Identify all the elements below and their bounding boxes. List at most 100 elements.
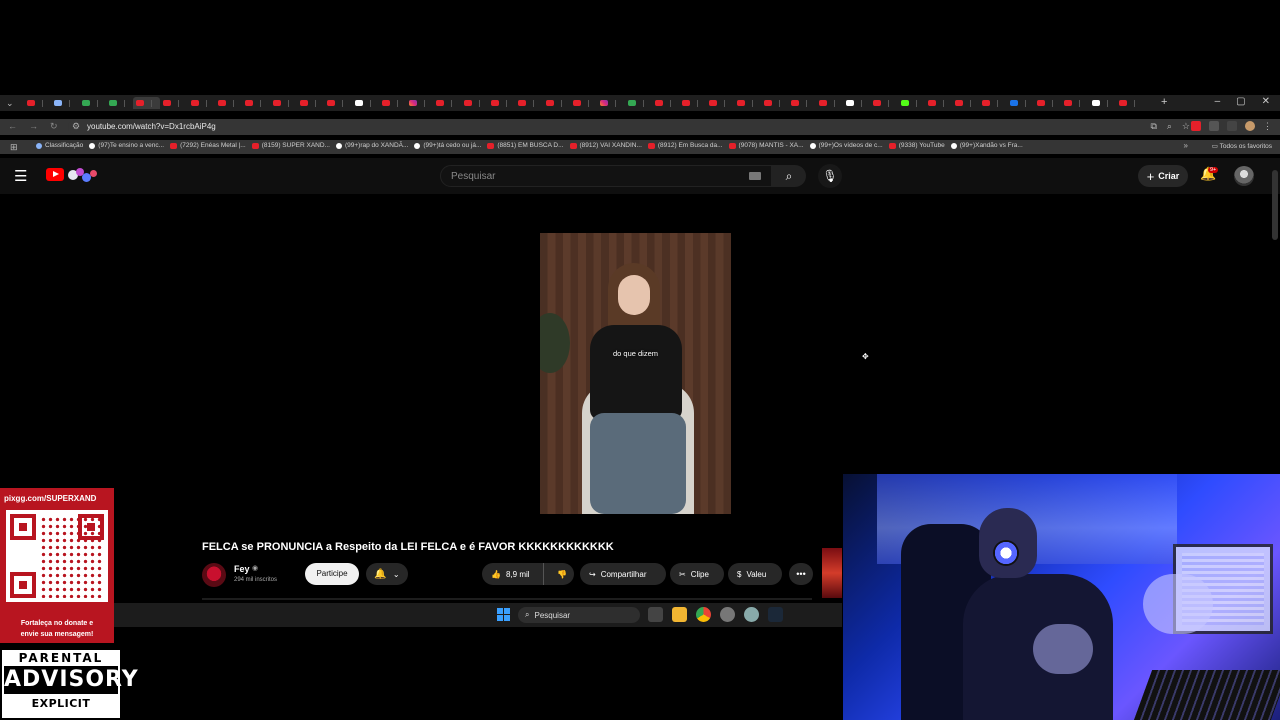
youtube-doodle-logo[interactable] (66, 168, 100, 184)
bookmark-item[interactable]: (99+)tá cedo ou já... (414, 142, 481, 149)
browser-tab[interactable] (1116, 97, 1143, 109)
minimize-button[interactable]: – (1215, 96, 1221, 107)
voice-search-button[interactable]: 🎙 (818, 164, 842, 188)
browser-tab[interactable] (625, 97, 652, 109)
install-icon[interactable]: ⧉ (1150, 121, 1156, 132)
bookmark-item[interactable]: (99+)Xandão vs Fra... (950, 142, 1023, 149)
browser-tab[interactable] (24, 97, 51, 109)
bookmark-item[interactable]: (99+)rap do XANDÃ... (335, 142, 408, 149)
browser-tab[interactable] (1089, 97, 1116, 109)
browser-tab[interactable] (761, 97, 788, 109)
menu-kebab-icon[interactable]: ⋮ (1263, 121, 1272, 132)
browser-tab[interactable] (515, 97, 542, 109)
windows-start-icon[interactable] (497, 608, 510, 621)
bookmark-item[interactable]: Classificação (36, 142, 83, 149)
back-icon[interactable]: ← (8, 121, 17, 132)
settings-icon[interactable] (744, 607, 759, 622)
search-input[interactable]: Pesquisar (440, 165, 772, 187)
browser-tab[interactable] (461, 97, 488, 109)
browser-tab[interactable] (898, 97, 925, 109)
browser-tab[interactable] (543, 97, 570, 109)
browser-tab[interactable] (1034, 97, 1061, 109)
browser-tab[interactable] (133, 97, 161, 109)
browser-tab[interactable] (160, 97, 187, 109)
bookmark-item[interactable]: (9338) YouTube (888, 142, 945, 149)
more-actions-button[interactable]: ••• (789, 563, 813, 585)
bookmark-item[interactable]: (8912) VAI XANDIN... (569, 142, 642, 149)
browser-tab[interactable] (788, 97, 815, 109)
browser-tab[interactable] (1007, 97, 1034, 109)
browser-tab[interactable] (488, 97, 515, 109)
related-video-thumbnail[interactable] (822, 548, 842, 598)
browser-tab[interactable] (51, 97, 78, 109)
bookmark-item[interactable]: (8912) Em Busca da... (647, 142, 723, 149)
browser-tab[interactable] (706, 97, 733, 109)
page-scrollbar[interactable] (1272, 170, 1278, 240)
close-window-button[interactable]: ✕ (1262, 96, 1270, 107)
bookmark-item[interactable]: (99+)Os vídeos de c... (809, 142, 883, 149)
hamburger-menu-icon[interactable]: ☰ (14, 167, 27, 185)
browser-tab[interactable] (270, 97, 297, 109)
reading-list-icon[interactable] (1227, 121, 1237, 131)
bookmark-star-icon[interactable]: ☆ (1182, 121, 1190, 132)
video-player[interactable]: do que dizem (540, 233, 731, 514)
new-tab-button[interactable]: + (1161, 96, 1167, 108)
bookmark-item[interactable]: (97)Te ensino a venc... (89, 142, 164, 149)
channel-avatar[interactable] (202, 563, 226, 587)
browser-tab[interactable] (406, 97, 433, 109)
share-button[interactable]: ↪ Compartilhar (580, 563, 666, 585)
browser-tab[interactable] (215, 97, 242, 109)
youtube-logo[interactable] (46, 168, 64, 181)
forward-icon[interactable]: → (29, 121, 38, 132)
browser-tab[interactable] (652, 97, 679, 109)
site-info-icon[interactable]: ⚙ (72, 121, 80, 132)
all-favorites-folder[interactable]: ▭ Todos os favoritos (1212, 142, 1272, 150)
account-avatar[interactable] (1234, 166, 1254, 186)
tab-search-icon[interactable]: ⌄ (6, 98, 14, 109)
url-text[interactable]: youtube.com/watch?v=Dx1rcbAiP4g (87, 122, 216, 131)
browser-tab[interactable] (816, 97, 843, 109)
create-button[interactable]: + Criar (1138, 165, 1188, 187)
browser-tab[interactable] (979, 97, 1006, 109)
app-icon[interactable] (720, 607, 735, 622)
keyboard-icon[interactable] (749, 172, 761, 180)
browser-tab[interactable] (679, 97, 706, 109)
task-view-icon[interactable] (648, 607, 663, 622)
chrome-icon[interactable] (696, 607, 711, 622)
browser-tab[interactable] (734, 97, 761, 109)
more-bookmarks-icon[interactable]: » (1184, 141, 1188, 150)
browser-tab[interactable] (297, 97, 324, 109)
browser-tab[interactable] (1061, 97, 1088, 109)
bookmark-item[interactable]: (8159) SUPER XAND... (251, 142, 330, 149)
browser-tab[interactable] (188, 97, 215, 109)
file-explorer-icon[interactable] (672, 607, 687, 622)
channel-name[interactable]: Fey (234, 564, 250, 574)
steam-icon[interactable] (768, 607, 783, 622)
subscribed-bell-button[interactable]: 🔔 ⌄ (366, 563, 408, 585)
thanks-button[interactable]: $ Valeu (728, 563, 782, 585)
taskbar-search[interactable]: ⌕ Pesquisar (518, 607, 640, 623)
like-button[interactable]: 👍 8,9 mil (482, 563, 544, 585)
browser-tab[interactable] (952, 97, 979, 109)
extensions-puzzle-icon[interactable] (1209, 121, 1219, 131)
browser-tab[interactable] (570, 97, 597, 109)
clip-button[interactable]: ✂ Clipe (670, 563, 724, 585)
zoom-icon[interactable]: ⌕ (1167, 121, 1172, 132)
browser-tab[interactable] (843, 97, 870, 109)
browser-tab[interactable] (870, 97, 897, 109)
bookmark-item[interactable]: (7292) Enéas Metal |... (170, 142, 246, 149)
extension-icon[interactable] (1191, 121, 1201, 131)
browser-tab[interactable] (352, 97, 379, 109)
browser-tab[interactable] (242, 97, 269, 109)
browser-tab[interactable] (925, 97, 952, 109)
dislike-button[interactable]: 👎 (549, 570, 567, 579)
browser-tab[interactable] (324, 97, 351, 109)
browser-tab[interactable] (433, 97, 460, 109)
address-bar[interactable]: ⚙ youtube.com/watch?v=Dx1rcbAiP4g (68, 120, 1168, 134)
join-button[interactable]: Participe (305, 563, 359, 585)
search-button[interactable]: ⌕ (772, 165, 806, 187)
apps-grid-icon[interactable]: ⊞ (10, 142, 18, 153)
browser-tab[interactable] (379, 97, 406, 109)
bookmark-item[interactable]: (8851) EM BUSCA D... (487, 142, 564, 149)
browser-tab[interactable] (106, 97, 133, 109)
